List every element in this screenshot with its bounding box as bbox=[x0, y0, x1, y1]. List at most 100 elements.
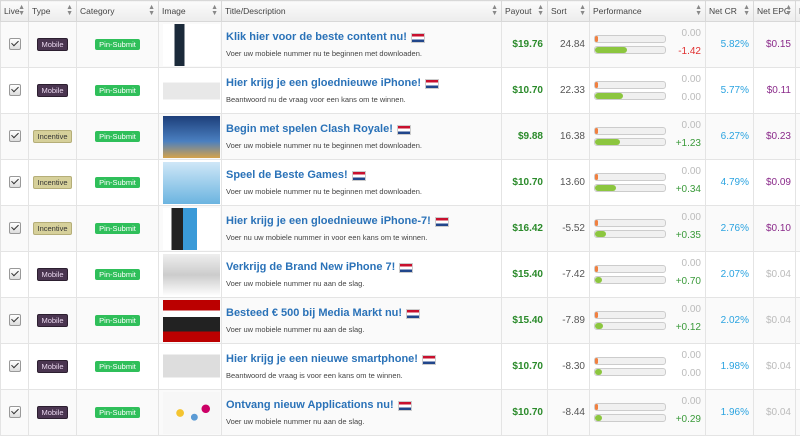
col-net-cr-label: Net CR bbox=[709, 6, 737, 16]
net-epc-value: $0.10 bbox=[754, 206, 796, 252]
offer-thumbnail[interactable] bbox=[163, 346, 220, 388]
offer-thumbnail[interactable] bbox=[163, 254, 220, 296]
payout-value: $15.40 bbox=[502, 252, 548, 298]
image-cell bbox=[159, 344, 222, 390]
col-image[interactable]: Image▲▼ bbox=[159, 1, 222, 22]
offer-title[interactable]: Ontvang nieuw Applications nu! bbox=[226, 399, 394, 411]
col-category[interactable]: Category▲▼ bbox=[77, 1, 159, 22]
net-cr-value: 4.79% bbox=[706, 160, 754, 206]
category-badge: Pin-Submit bbox=[95, 407, 140, 418]
sort-value: 24.84 bbox=[548, 22, 590, 68]
sort-value: -5.52 bbox=[548, 206, 590, 252]
col-type[interactable]: Type▲▼ bbox=[29, 1, 77, 22]
live-checkbox[interactable] bbox=[9, 84, 21, 96]
offer-title[interactable]: Verkrijg de Brand New iPhone 7! bbox=[226, 261, 395, 273]
performance-bar-top bbox=[594, 81, 666, 89]
offer-title[interactable]: Hier krijg je een nieuwe smartphone! bbox=[226, 353, 418, 365]
category-cell: Pin-Submit bbox=[77, 298, 159, 344]
col-type-label: Type bbox=[32, 6, 50, 16]
offer-title[interactable]: Hier krijg je een gloednieuwe iPhone-7! bbox=[226, 215, 431, 227]
netherlands-flag-icon bbox=[435, 217, 449, 227]
live-cell bbox=[1, 68, 29, 114]
net-cr-value: 6.27% bbox=[706, 114, 754, 160]
payout-value: $16.42 bbox=[502, 206, 548, 252]
offer-title[interactable]: Klik hier voor de beste content nu! bbox=[226, 31, 407, 43]
table-row: Mobile Pin-Submit Verkrijg de Brand New … bbox=[1, 252, 800, 298]
live-cell bbox=[1, 252, 29, 298]
col-title[interactable]: Title/Description▲▼ bbox=[222, 1, 502, 22]
net-cr-value: 5.82% bbox=[706, 22, 754, 68]
net-epc-value: $0.04 bbox=[754, 344, 796, 390]
offer-thumbnail[interactable] bbox=[163, 116, 220, 158]
performance-bottom-value: +0.29 bbox=[676, 414, 701, 425]
col-extra[interactable]: E bbox=[796, 1, 800, 22]
col-net-cr[interactable]: Net CR▲▼ bbox=[706, 1, 754, 22]
performance-bar-top bbox=[594, 265, 666, 273]
offer-thumbnail[interactable] bbox=[163, 24, 220, 66]
performance-top-value: 0.00 bbox=[682, 74, 701, 85]
performance-top-value: 0.00 bbox=[682, 120, 701, 131]
netherlands-flag-icon bbox=[422, 355, 436, 365]
live-checkbox[interactable] bbox=[9, 38, 21, 50]
performance-top-value: 0.00 bbox=[682, 28, 701, 39]
offer-title[interactable]: Besteed € 500 bij Media Markt nu! bbox=[226, 307, 402, 319]
netherlands-flag-icon bbox=[425, 79, 439, 89]
offer-title[interactable]: Hier krijg je een gloednieuwe iPhone! bbox=[226, 77, 421, 89]
performance-bar-bottom bbox=[594, 414, 666, 422]
offer-description: Voer uw mobiele nummer nu te beginnen me… bbox=[226, 49, 497, 58]
col-payout-label: Payout bbox=[505, 6, 531, 16]
offer-description: Voer nu uw mobiele nummer in voor een ka… bbox=[226, 233, 497, 242]
net-epc-value: $0.09 bbox=[754, 160, 796, 206]
image-cell bbox=[159, 22, 222, 68]
payout-value: $9.88 bbox=[502, 114, 548, 160]
type-cell: Mobile bbox=[29, 252, 77, 298]
performance-bar-bottom bbox=[594, 138, 666, 146]
performance-cell: 0.00 -1.42 bbox=[590, 22, 706, 68]
offer-thumbnail[interactable] bbox=[163, 162, 220, 204]
live-checkbox[interactable] bbox=[9, 406, 21, 418]
performance-bottom-value: +1.23 bbox=[676, 138, 701, 149]
live-checkbox[interactable] bbox=[9, 130, 21, 142]
performance-top-value: 0.00 bbox=[682, 166, 701, 177]
image-cell bbox=[159, 298, 222, 344]
net-cr-value: 1.98% bbox=[706, 344, 754, 390]
offer-title[interactable]: Begin met spelen Clash Royale! bbox=[226, 123, 393, 135]
live-checkbox[interactable] bbox=[9, 314, 21, 326]
offer-thumbnail[interactable] bbox=[163, 208, 220, 250]
live-checkbox[interactable] bbox=[9, 268, 21, 280]
category-cell: Pin-Submit bbox=[77, 68, 159, 114]
performance-bottom-value: 0.00 bbox=[682, 92, 701, 103]
live-cell bbox=[1, 390, 29, 436]
live-checkbox[interactable] bbox=[9, 222, 21, 234]
offer-thumbnail[interactable] bbox=[163, 300, 220, 342]
col-live[interactable]: Live▲▼ bbox=[1, 1, 29, 22]
sort-icon: ▲▼ bbox=[785, 5, 792, 17]
col-net-epc[interactable]: Net EPC▲▼ bbox=[754, 1, 796, 22]
image-cell bbox=[159, 68, 222, 114]
live-checkbox[interactable] bbox=[9, 360, 21, 372]
netherlands-flag-icon bbox=[352, 171, 366, 181]
netherlands-flag-icon bbox=[406, 309, 420, 319]
offer-thumbnail[interactable] bbox=[163, 392, 220, 434]
sort-icon: ▲▼ bbox=[537, 5, 544, 17]
title-cell: Hier krijg je een gloednieuwe iPhone! Be… bbox=[222, 68, 502, 114]
performance-top-value: 0.00 bbox=[682, 212, 701, 223]
performance-cell: 0.00 +0.12 bbox=[590, 298, 706, 344]
col-sort[interactable]: Sort▲▼ bbox=[548, 1, 590, 22]
type-badge: Mobile bbox=[37, 406, 67, 419]
category-badge: Pin-Submit bbox=[95, 315, 140, 326]
net-epc-value: $0.23 bbox=[754, 114, 796, 160]
col-performance[interactable]: Performance▲▼ bbox=[590, 1, 706, 22]
live-checkbox[interactable] bbox=[9, 176, 21, 188]
type-cell: Mobile bbox=[29, 68, 77, 114]
col-payout[interactable]: Payout ▲▼ bbox=[502, 1, 548, 22]
offer-thumbnail[interactable] bbox=[163, 70, 220, 112]
performance-bar-top bbox=[594, 127, 666, 135]
table-row: Incentive Pin-Submit Hier krijg je een g… bbox=[1, 206, 800, 252]
offer-description: Beantwoord de vraag is voor een kans om … bbox=[226, 371, 497, 380]
extra-cell bbox=[796, 344, 800, 390]
offer-title[interactable]: Speel de Beste Games! bbox=[226, 169, 348, 181]
offer-description: Voer uw mobiele nummer nu aan de slag. bbox=[226, 417, 497, 426]
title-cell: Klik hier voor de beste content nu! Voer… bbox=[222, 22, 502, 68]
sort-icon: ▲▼ bbox=[18, 5, 25, 17]
